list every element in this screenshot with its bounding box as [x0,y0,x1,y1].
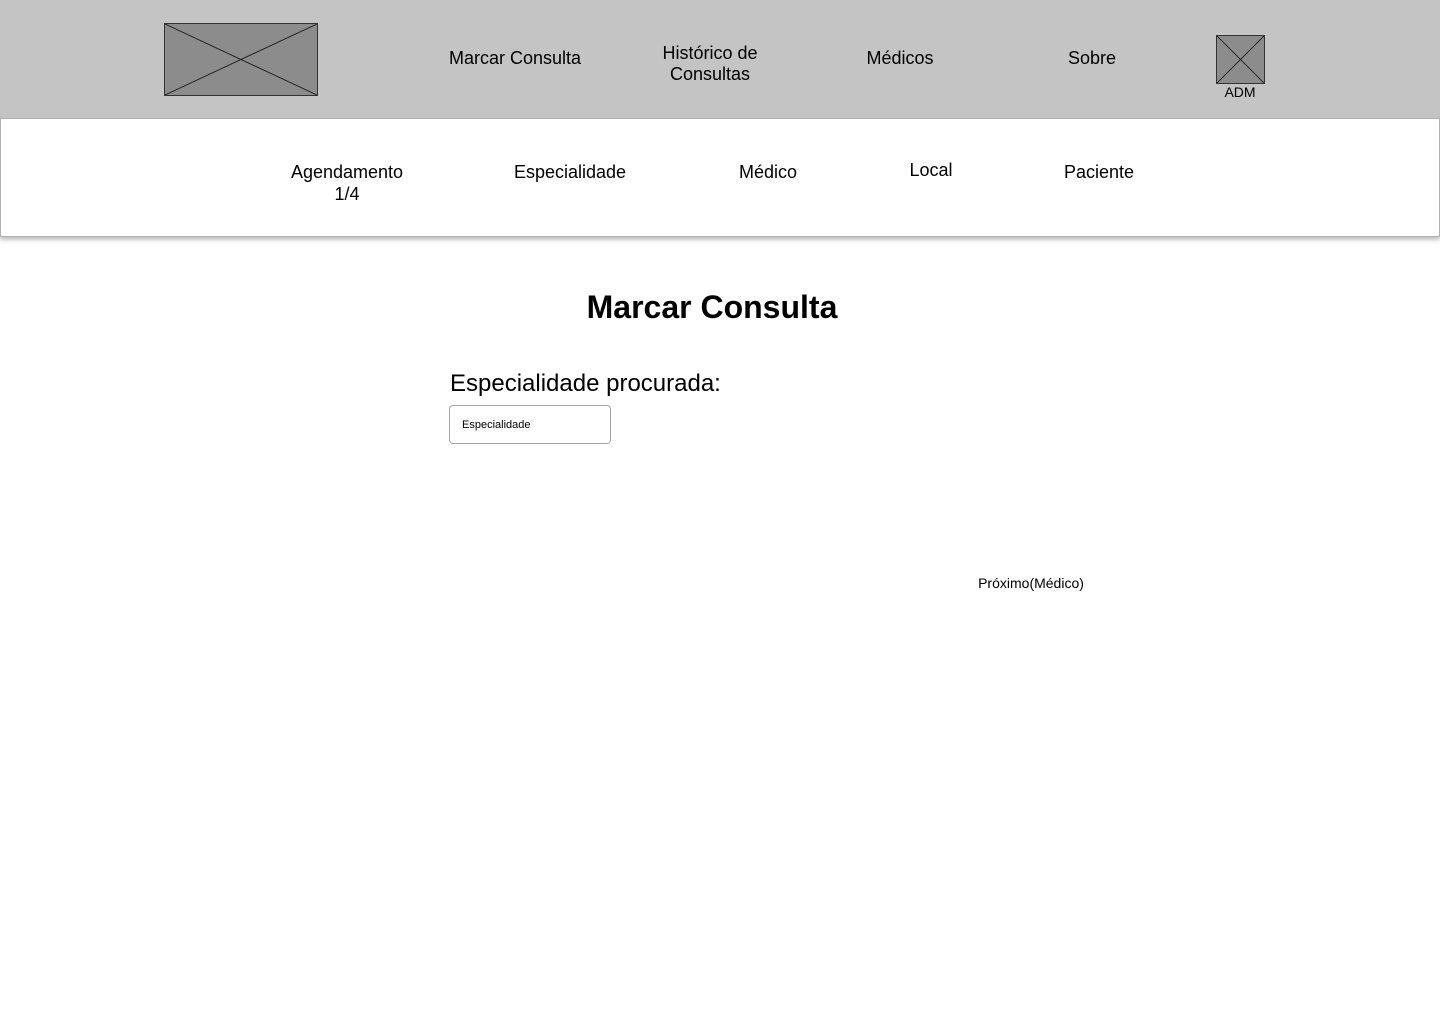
specialty-input[interactable] [449,405,611,444]
step-medico[interactable]: Médico [718,161,818,183]
placeholder-cross-icon [165,24,317,95]
step-paciente[interactable]: Paciente [1044,161,1154,183]
next-step-button[interactable]: Próximo(Médico) [970,575,1092,592]
logo-image-placeholder-icon[interactable] [164,23,318,96]
nav-link-sobre[interactable]: Sobre [1042,48,1142,69]
step-agendamento[interactable]: Agendamento 1/4 [277,161,417,205]
step-especialidade[interactable]: Especialidade [500,161,640,183]
booking-steps-bar: Agendamento 1/4 Especialidade Médico Loc… [0,118,1440,237]
nav-link-medicos[interactable]: Médicos [840,48,960,69]
specialty-field-label: Especialidade procurada: [450,370,721,397]
user-role-label: ADM [1224,84,1256,100]
nav-link-historico-consultas[interactable]: Histórico de Consultas [630,43,790,85]
placeholder-cross-icon [1217,36,1264,83]
nav-link-marcar-consulta[interactable]: Marcar Consulta [430,48,600,69]
page: Marcar Consulta Histórico de Consultas M… [0,0,1440,1024]
user-avatar-placeholder-icon[interactable] [1216,35,1265,84]
page-title: Marcar Consulta [586,289,838,325]
step-local[interactable]: Local [891,159,971,181]
top-navigation-bar: Marcar Consulta Histórico de Consultas M… [0,0,1440,118]
